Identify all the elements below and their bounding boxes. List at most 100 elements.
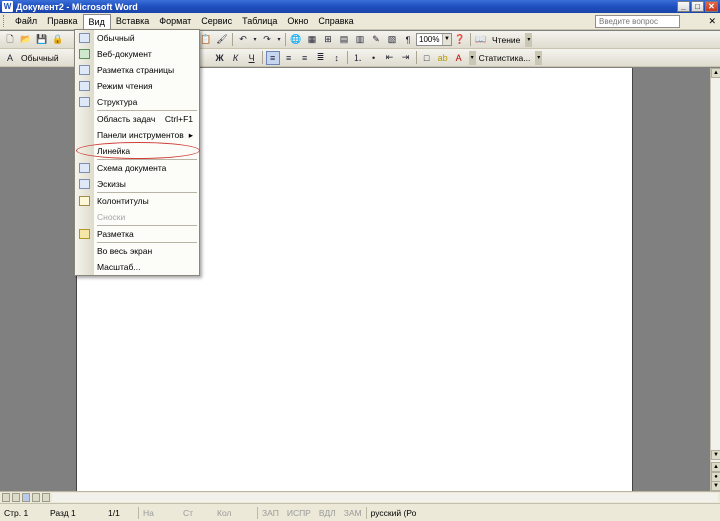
status-trk[interactable]: ИСПР xyxy=(283,508,315,518)
scroll-down-icon[interactable]: ▼ xyxy=(711,450,720,460)
undo-icon[interactable]: ↶ xyxy=(236,33,250,47)
web-view-icon[interactable] xyxy=(12,493,20,502)
document-map-icon[interactable]: ▧ xyxy=(385,33,399,47)
view-menu-reading[interactable]: Режим чтения xyxy=(75,79,199,93)
outline-icon xyxy=(79,97,90,107)
underline-button[interactable]: Ч xyxy=(245,51,259,65)
submenu-arrow-icon: ▸ xyxy=(188,129,193,140)
menu-tools[interactable]: Сервис xyxy=(196,14,237,28)
next-page-icon[interactable]: ▼ xyxy=(711,481,720,491)
menu-item-label: Панели инструментов xyxy=(97,130,184,140)
justify-icon[interactable]: ≣ xyxy=(314,51,328,65)
view-menu-full-screen[interactable]: Во весь экран xyxy=(75,244,199,258)
styles-icon[interactable]: A xyxy=(3,51,17,65)
reading-button[interactable]: Чтение xyxy=(489,35,523,45)
open-folder-icon[interactable]: 📂 xyxy=(19,33,33,47)
increase-indent-icon[interactable]: ⇥ xyxy=(399,51,413,65)
format-painter-icon[interactable]: 🖌 xyxy=(215,33,229,47)
insert-table-icon[interactable]: ⊞ xyxy=(321,33,335,47)
menu-item-label: Колонтитулы xyxy=(97,196,149,206)
vertical-scrollbar[interactable]: ▲ ▼ ▲ ● ▼ xyxy=(710,68,720,491)
toolbar-options-icon[interactable]: ▾ xyxy=(525,32,533,47)
outline-view-icon[interactable] xyxy=(32,493,40,502)
view-menu-zoom[interactable]: Масштаб... xyxy=(75,260,199,274)
view-menu-web[interactable]: Веб-документ xyxy=(75,47,199,61)
help-icon[interactable]: ❓ xyxy=(453,33,467,47)
menu-table[interactable]: Таблица xyxy=(237,14,282,28)
view-menu-print-layout[interactable]: Разметка страницы xyxy=(75,63,199,77)
close-document-icon[interactable]: ✕ xyxy=(708,16,716,27)
zoom-select[interactable]: 100% ▼ xyxy=(416,33,452,46)
status-rec[interactable]: ЗАП xyxy=(258,508,283,518)
header-footer-icon xyxy=(79,196,90,206)
menu-file[interactable]: Файл xyxy=(10,14,42,28)
redo-dropdown-icon[interactable]: ▾ xyxy=(276,33,282,47)
maximize-button[interactable]: □ xyxy=(691,1,704,12)
permission-icon[interactable]: 🔒 xyxy=(51,33,65,47)
menu-format[interactable]: Формат xyxy=(154,14,196,28)
hyperlink-icon[interactable]: 🌐 xyxy=(289,33,303,47)
line-spacing-icon[interactable]: ↕ xyxy=(330,51,344,65)
status-language[interactable]: русский (Ро xyxy=(367,508,421,518)
view-menu-outline[interactable]: Структура xyxy=(75,95,199,109)
tables-borders-icon[interactable]: ▦ xyxy=(305,33,319,47)
align-right-icon[interactable]: ≡ xyxy=(298,51,312,65)
undo-dropdown-icon[interactable]: ▾ xyxy=(252,33,258,47)
reading-view-icon[interactable] xyxy=(42,493,50,502)
insert-excel-icon[interactable]: ▤ xyxy=(337,33,351,47)
paste-icon[interactable]: 📋 xyxy=(199,33,213,47)
menu-help[interactable]: Справка xyxy=(313,14,358,28)
columns-icon[interactable]: ▥ xyxy=(353,33,367,47)
decrease-indent-icon[interactable]: ⇤ xyxy=(383,51,397,65)
previous-page-icon[interactable]: ▲ xyxy=(711,462,720,472)
horizontal-scroll-track[interactable] xyxy=(52,493,718,502)
menu-edit[interactable]: Правка xyxy=(42,14,82,28)
view-menu-header-footer[interactable]: Колонтитулы xyxy=(75,194,199,208)
bold-button[interactable]: Ж xyxy=(213,51,227,65)
menu-view[interactable]: Вид xyxy=(82,13,111,29)
ask-question-input[interactable]: Введите вопрос xyxy=(595,15,680,28)
normal-view-icon[interactable] xyxy=(2,493,10,502)
drawing-icon[interactable]: ✎ xyxy=(369,33,383,47)
print-layout-icon xyxy=(79,65,90,75)
save-icon[interactable]: 💾 xyxy=(35,33,49,47)
view-menu-toolbars[interactable]: Панели инструментов ▸ xyxy=(75,128,199,142)
print-view-icon[interactable] xyxy=(22,493,30,502)
borders-icon[interactable]: □ xyxy=(420,51,434,65)
menu-separator xyxy=(97,110,197,111)
menu-insert[interactable]: Вставка xyxy=(111,14,154,28)
style-select[interactable]: Обычный xyxy=(18,53,62,63)
new-document-icon[interactable]: 🗋 xyxy=(3,33,17,47)
close-button[interactable]: ✕ xyxy=(705,1,718,12)
show-hide-icon[interactable]: ¶ xyxy=(401,33,415,47)
view-menu-markup[interactable]: Разметка xyxy=(75,227,199,241)
highlight-icon[interactable]: ab xyxy=(436,51,450,65)
menu-window[interactable]: Окно xyxy=(282,14,313,28)
toolbar-options-icon[interactable]: ▾ xyxy=(535,50,543,65)
view-menu-document-map[interactable]: Схема документа xyxy=(75,161,199,175)
redo-icon[interactable]: ↷ xyxy=(260,33,274,47)
view-menu-thumbnails[interactable]: Эскизы xyxy=(75,177,199,191)
italic-button[interactable]: К xyxy=(229,51,243,65)
numbering-icon[interactable]: ⒈ xyxy=(351,51,365,65)
view-menu-normal[interactable]: Обычный xyxy=(75,31,199,45)
status-ext[interactable]: ВДЛ xyxy=(315,508,340,518)
align-left-icon[interactable]: ≡ xyxy=(265,50,280,65)
minimize-button[interactable]: _ xyxy=(677,1,690,12)
toolbar-options-icon[interactable]: ▾ xyxy=(468,50,476,65)
align-center-icon[interactable]: ≡ xyxy=(282,51,296,65)
reading-icon[interactable]: 📖 xyxy=(474,33,488,47)
statistics-button[interactable]: Статистика... xyxy=(476,53,534,63)
menubar-grip[interactable] xyxy=(3,15,6,27)
scroll-up-icon[interactable]: ▲ xyxy=(711,68,720,78)
menu-item-label: Сноски xyxy=(97,212,126,222)
view-menu-task-pane[interactable]: Область задач Ctrl+F1 xyxy=(75,112,199,126)
word-app-icon[interactable]: W xyxy=(2,1,13,12)
toolbar-separator xyxy=(415,51,417,64)
zoom-value: 100% xyxy=(419,35,440,44)
status-ovr[interactable]: ЗАМ xyxy=(340,508,366,518)
font-color-icon[interactable]: A xyxy=(452,51,466,65)
bullets-icon[interactable]: • xyxy=(367,51,381,65)
menu-item-label: Масштаб... xyxy=(97,262,141,272)
chevron-down-icon[interactable]: ▼ xyxy=(442,34,451,45)
